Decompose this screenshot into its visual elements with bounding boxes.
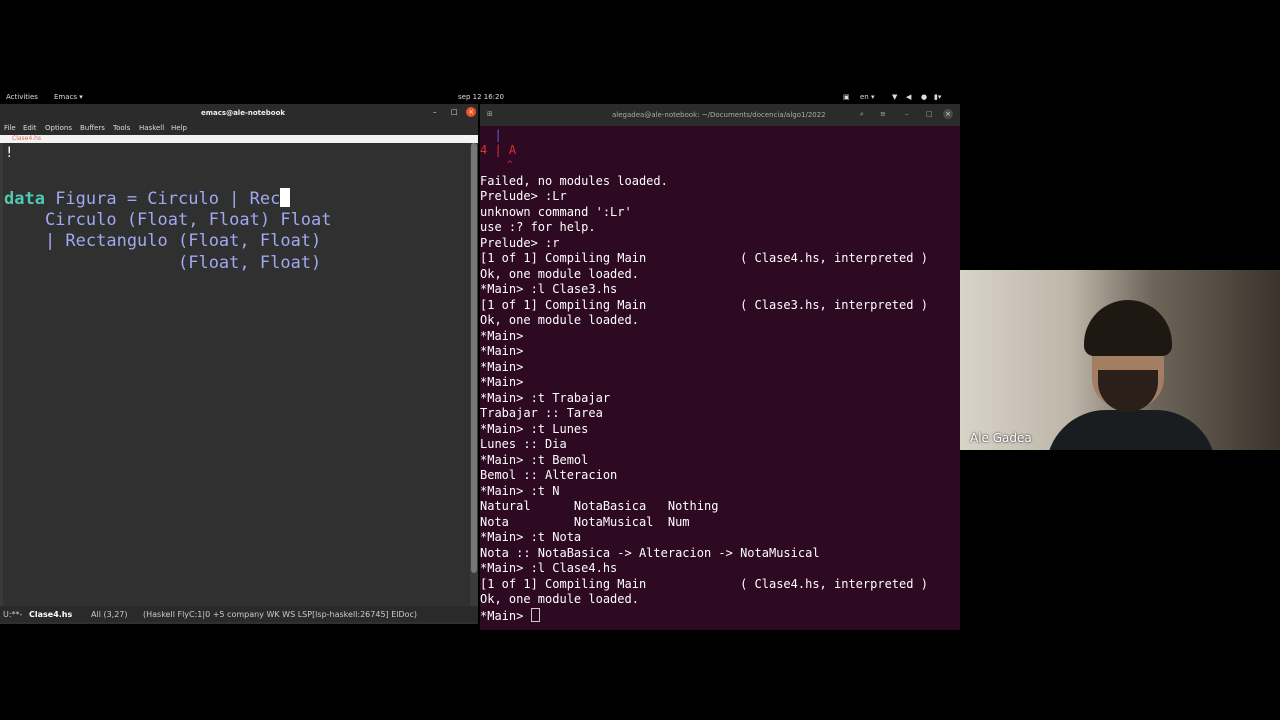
terminal-line: [1 of 1] Compiling Main ( Clase4.hs, int… bbox=[480, 251, 928, 265]
terminal-line: Nota NotaMusical Num bbox=[480, 515, 690, 529]
new-tab-icon[interactable]: ⊞ bbox=[487, 110, 493, 118]
fringe bbox=[0, 143, 3, 606]
terminal-line: *Main> bbox=[480, 329, 524, 343]
terminal-line: *Main> bbox=[480, 360, 524, 374]
person-shirt bbox=[1046, 410, 1216, 450]
terminal-line: *Main> :t N bbox=[480, 484, 560, 498]
terminal-title: alegadea@ale-notebook: ~/Documents/docen… bbox=[612, 111, 826, 119]
terminal-line: *Main> :t Nota bbox=[480, 530, 582, 544]
terminal-line: Prelude> :Lr bbox=[480, 189, 567, 203]
terminal-scrollbar[interactable] bbox=[950, 126, 960, 630]
error-marker: 4 | A bbox=[480, 143, 517, 157]
search-icon[interactable]: ⌕ bbox=[860, 110, 864, 119]
battery-icon[interactable]: ▮▾ bbox=[934, 93, 941, 101]
network-icon[interactable]: ▼ bbox=[892, 93, 897, 101]
clock[interactable]: sep 12 16:20 bbox=[458, 93, 504, 101]
modeline-position: All (3,27) bbox=[91, 610, 128, 619]
menu-icon[interactable]: ≡ bbox=[880, 110, 886, 118]
person-beard bbox=[1098, 370, 1158, 412]
code-line-1: data Figura = Circulo | Rec bbox=[4, 188, 291, 209]
terminal-prompt-line[interactable]: *Main> bbox=[480, 608, 540, 623]
terminal-line: *Main> :l Clase4.hs bbox=[480, 561, 618, 575]
terminal-line: *Main> :t Bemol bbox=[480, 453, 589, 467]
close-icon[interactable]: × bbox=[466, 107, 476, 117]
code-line-2: Circulo (Float, Float) Float bbox=[4, 210, 332, 230]
buffer-tab[interactable]: Clase4.hs bbox=[12, 135, 41, 143]
terminal-line: Nota :: NotaBasica -> Alteracion -> Nota… bbox=[480, 546, 820, 560]
terminal-line: Ok, one module loaded. bbox=[480, 267, 639, 281]
terminal-line: unknown command ':Lr' bbox=[480, 205, 632, 219]
keyword-data: data bbox=[4, 189, 45, 209]
scrollbar-thumb[interactable] bbox=[471, 143, 477, 573]
terminal-prompt: *Main> bbox=[480, 609, 531, 623]
terminal-line: Ok, one module loaded. bbox=[480, 592, 639, 606]
terminal-line: [1 of 1] Compiling Main ( Clase3.hs, int… bbox=[480, 298, 928, 312]
person-hair bbox=[1084, 300, 1172, 356]
menu-help[interactable]: Help bbox=[171, 124, 187, 132]
app-menu-button[interactable]: Emacs ▾ bbox=[54, 93, 83, 101]
terminal-line: Ok, one module loaded. bbox=[480, 313, 639, 327]
minimize-icon[interactable]: – bbox=[905, 110, 909, 118]
flycheck-warning-icon: ! bbox=[5, 145, 14, 161]
screencast-icon: ▣ bbox=[843, 93, 850, 101]
emacs-title: emacs@ale-notebook bbox=[201, 109, 286, 117]
terminal-line: Failed, no modules loaded. bbox=[480, 174, 668, 188]
terminal-line: Natural NotaBasica Nothing bbox=[480, 499, 719, 513]
terminal-line: Trabajar :: Tarea bbox=[480, 406, 603, 420]
modeline-modes[interactable]: (Haskell FlyC:1|0 +5 company WK WS LSP[l… bbox=[143, 610, 417, 619]
terminal-titlebar: ⊞ alegadea@ale-notebook: ~/Documents/doc… bbox=[480, 104, 960, 126]
microphone-icon[interactable]: ● bbox=[921, 93, 927, 101]
terminal-line: *Main> :t Lunes bbox=[480, 422, 589, 436]
terminal-line: *Main> :l Clase3.hs bbox=[480, 282, 618, 296]
menu-edit[interactable]: Edit bbox=[23, 124, 37, 132]
menu-options[interactable]: Options bbox=[45, 124, 72, 132]
terminal-line: *Main> :t Trabajar bbox=[480, 391, 611, 405]
emacs-menubar: File Edit Options Buffers Tools Haskell … bbox=[0, 121, 478, 135]
maximize-icon[interactable]: □ bbox=[451, 108, 458, 116]
menu-tools[interactable]: Tools bbox=[113, 124, 130, 132]
emacs-scrollbar[interactable] bbox=[470, 143, 478, 606]
webcam-video bbox=[960, 270, 1280, 450]
participant-name: Ale Gadea bbox=[970, 431, 1032, 445]
terminal-line: *Main> bbox=[480, 344, 524, 358]
volume-icon[interactable]: ◀ bbox=[906, 93, 911, 101]
code-line-4: (Float, Float) bbox=[4, 253, 322, 273]
close-icon[interactable]: × bbox=[943, 109, 953, 119]
error-gutter: | bbox=[480, 128, 502, 142]
text-cursor bbox=[280, 188, 291, 207]
terminal-line: use :? for help. bbox=[480, 220, 596, 234]
terminal-cursor bbox=[530, 608, 540, 622]
emacs-modeline: U:**- Clase4.hs All (3,27) (Haskell FlyC… bbox=[0, 606, 478, 622]
terminal-line: Prelude> :r bbox=[480, 236, 560, 250]
terminal-output[interactable]: | 4 | A ^ Failed, no modules loaded. Pre… bbox=[480, 126, 950, 630]
modeline-buffer-name[interactable]: Clase4.hs bbox=[29, 610, 72, 619]
code-line-3: | Rectangulo (Float, Float) bbox=[4, 231, 322, 251]
terminal-line: Lunes :: Dia bbox=[480, 437, 567, 451]
code-text: Figura = Circulo | Rec bbox=[44, 189, 281, 209]
minimize-icon[interactable]: – bbox=[433, 108, 437, 116]
maximize-icon[interactable]: □ bbox=[926, 110, 933, 118]
emacs-tab-line: Clase4.hs bbox=[0, 135, 478, 143]
terminal-line: Bemol :: Alteracion bbox=[480, 468, 618, 482]
terminal-line: *Main> bbox=[480, 375, 524, 389]
menu-file[interactable]: File bbox=[4, 124, 16, 132]
emacs-titlebar: emacs@ale-notebook – □ × bbox=[0, 104, 478, 121]
menu-buffers[interactable]: Buffers bbox=[80, 124, 105, 132]
menu-haskell[interactable]: Haskell bbox=[139, 124, 164, 132]
terminal-line: [1 of 1] Compiling Main ( Clase4.hs, int… bbox=[480, 577, 928, 591]
emacs-buffer[interactable]: ! data Figura = Circulo | Rec Circulo (F… bbox=[0, 143, 470, 606]
top-bar: Activities Emacs ▾ sep 12 16:20 ▣ en ▾ ▼… bbox=[0, 90, 960, 104]
error-caret: ^ bbox=[480, 160, 513, 170]
modeline-status: U:**- bbox=[3, 610, 23, 619]
activities-button[interactable]: Activities bbox=[6, 93, 38, 101]
language-selector[interactable]: en ▾ bbox=[860, 93, 874, 101]
